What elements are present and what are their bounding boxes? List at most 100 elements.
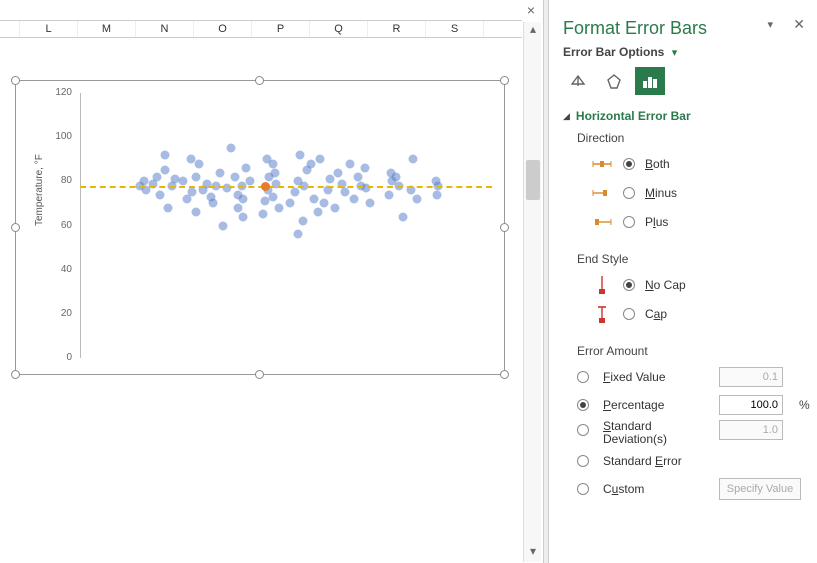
- fill-line-tab-icon[interactable]: [563, 67, 593, 95]
- direction-plus-label: Plus: [645, 215, 668, 229]
- data-point[interactable]: [295, 150, 304, 159]
- direction-plus-radio[interactable]: [623, 216, 635, 228]
- data-point[interactable]: [226, 144, 235, 153]
- data-point[interactable]: [258, 210, 267, 219]
- amount-percentage-input[interactable]: [719, 395, 783, 415]
- column-header[interactable]: M: [78, 21, 136, 37]
- data-point[interactable]: [231, 172, 240, 181]
- resize-handle[interactable]: [11, 223, 20, 232]
- error-bar-options-dropdown[interactable]: Error Bar Options ▾: [563, 45, 803, 59]
- data-point[interactable]: [216, 168, 225, 177]
- amount-stddev-radio[interactable]: [577, 424, 589, 436]
- data-point[interactable]: [275, 203, 284, 212]
- data-point[interactable]: [310, 195, 319, 204]
- data-point[interactable]: [334, 168, 343, 177]
- average-error-bar[interactable]: [80, 186, 492, 188]
- column-header[interactable]: N: [136, 21, 194, 37]
- data-point[interactable]: [270, 168, 279, 177]
- average-point[interactable]: [261, 182, 270, 191]
- data-point[interactable]: [330, 203, 339, 212]
- endstyle-cap-radio[interactable]: [623, 308, 635, 320]
- column-header[interactable]: R: [368, 21, 426, 37]
- scroll-up-icon[interactable]: ▴: [524, 22, 542, 40]
- data-point[interactable]: [182, 195, 191, 204]
- data-point[interactable]: [432, 190, 441, 199]
- data-point[interactable]: [191, 208, 200, 217]
- plot-area[interactable]: [80, 93, 492, 358]
- data-point[interactable]: [268, 192, 277, 201]
- amount-percentage-radio[interactable]: [577, 399, 589, 411]
- data-point[interactable]: [218, 221, 227, 230]
- direction-both-radio[interactable]: [623, 158, 635, 170]
- chart-object[interactable]: Temperature, °F 020406080100120: [15, 80, 505, 375]
- pane-menu-icon[interactable]: ▾: [767, 18, 773, 31]
- data-point[interactable]: [178, 177, 187, 186]
- data-point[interactable]: [385, 190, 394, 199]
- data-point[interactable]: [233, 203, 242, 212]
- data-point[interactable]: [163, 203, 172, 212]
- vertical-scrollbar[interactable]: ▴ ▾: [523, 22, 541, 562]
- data-point[interactable]: [350, 195, 359, 204]
- resize-handle[interactable]: [500, 223, 509, 232]
- close-chart-pane-icon[interactable]: ×: [527, 2, 535, 18]
- column-header[interactable]: P: [252, 21, 310, 37]
- data-point[interactable]: [286, 199, 295, 208]
- data-point[interactable]: [139, 177, 148, 186]
- amount-stddev-input[interactable]: [719, 420, 783, 440]
- scroll-down-icon[interactable]: ▾: [524, 544, 542, 562]
- resize-handle[interactable]: [11, 76, 20, 85]
- resize-handle[interactable]: [500, 76, 509, 85]
- data-point[interactable]: [413, 195, 422, 204]
- data-point[interactable]: [242, 164, 251, 173]
- data-point[interactable]: [346, 159, 355, 168]
- data-point[interactable]: [161, 150, 170, 159]
- data-point[interactable]: [326, 175, 335, 184]
- data-point[interactable]: [186, 155, 195, 164]
- column-header[interactable]: O: [194, 21, 252, 37]
- data-point[interactable]: [306, 159, 315, 168]
- bar-options-tab-icon[interactable]: [635, 67, 665, 95]
- data-point[interactable]: [354, 172, 363, 181]
- amount-fixed-input[interactable]: [719, 367, 783, 387]
- column-header[interactable]: S: [426, 21, 484, 37]
- data-point[interactable]: [246, 177, 255, 186]
- amount-stderr-radio[interactable]: [577, 455, 589, 467]
- data-point[interactable]: [316, 155, 325, 164]
- effects-tab-icon[interactable]: [599, 67, 629, 95]
- data-point[interactable]: [294, 230, 303, 239]
- data-point[interactable]: [399, 212, 408, 221]
- data-point[interactable]: [391, 172, 400, 181]
- amount-fixed-radio[interactable]: [577, 371, 589, 383]
- data-point[interactable]: [238, 212, 247, 221]
- data-point[interactable]: [299, 217, 308, 226]
- data-point[interactable]: [192, 172, 201, 181]
- data-point[interactable]: [268, 159, 277, 168]
- y-axis-label[interactable]: Temperature, °F: [34, 154, 45, 226]
- section-toggle[interactable]: ◢ Horizontal Error Bar: [563, 109, 803, 123]
- direction-minus-radio[interactable]: [623, 187, 635, 199]
- data-point[interactable]: [161, 166, 170, 175]
- data-point[interactable]: [409, 155, 418, 164]
- data-point[interactable]: [239, 195, 248, 204]
- column-header[interactable]: Q: [310, 21, 368, 37]
- data-point[interactable]: [341, 188, 350, 197]
- close-pane-icon[interactable]: ✕: [793, 16, 805, 33]
- amount-custom-radio[interactable]: [577, 483, 589, 495]
- resize-handle[interactable]: [255, 370, 264, 379]
- endstyle-nocap-radio[interactable]: [623, 279, 635, 291]
- resize-handle[interactable]: [500, 370, 509, 379]
- scroll-thumb[interactable]: [526, 160, 540, 200]
- resize-handle[interactable]: [11, 370, 20, 379]
- resize-handle[interactable]: [255, 76, 264, 85]
- column-header[interactable]: L: [20, 21, 78, 37]
- data-point[interactable]: [360, 164, 369, 173]
- data-point[interactable]: [320, 199, 329, 208]
- data-point[interactable]: [365, 199, 374, 208]
- column-header[interactable]: [0, 21, 20, 37]
- specify-value-button[interactable]: Specify Value: [719, 478, 801, 500]
- data-point[interactable]: [156, 190, 165, 199]
- data-point[interactable]: [290, 188, 299, 197]
- data-point[interactable]: [206, 192, 215, 201]
- data-point[interactable]: [314, 208, 323, 217]
- data-point[interactable]: [195, 159, 204, 168]
